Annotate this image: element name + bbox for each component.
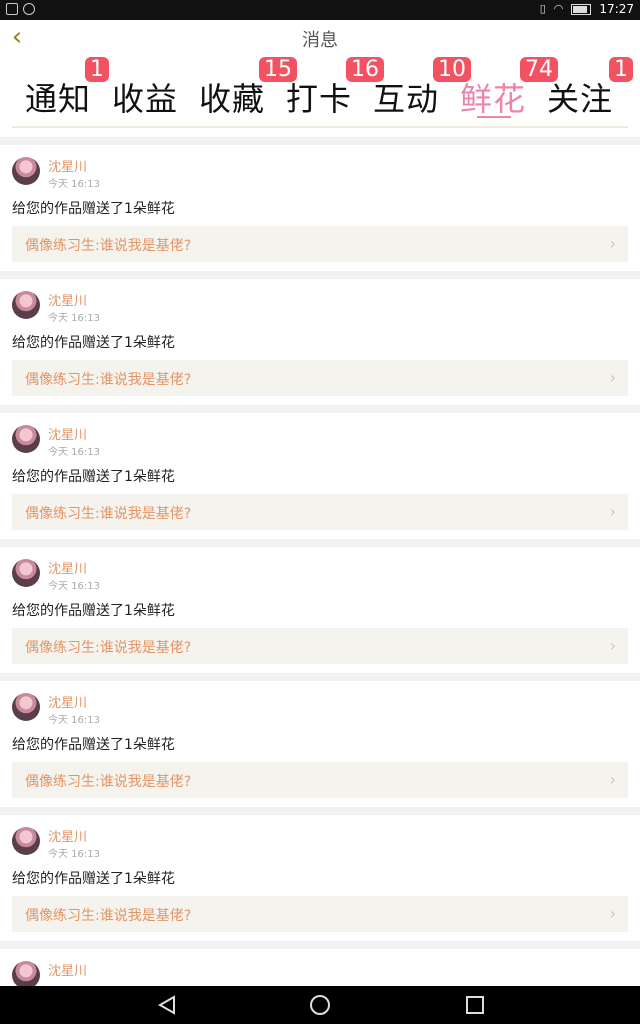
user-name[interactable]: 沈星川 (48, 826, 87, 845)
chevron-right-icon: › (609, 234, 616, 253)
user-name[interactable]: 沈星川 (48, 290, 87, 309)
list-item[interactable]: 沈星川 今天 16:13 给您的作品赠送了1朵鲜花 偶像练习生:谁说我是基佬? … (0, 681, 640, 807)
chevron-right-icon: › (609, 904, 616, 923)
work-title: 偶像练习生:谁说我是基佬? (25, 640, 192, 656)
circle-home-icon (310, 995, 330, 1015)
message-text: 给您的作品赠送了1朵鲜花 (12, 201, 175, 217)
status-bar: ▯ ◠ 17:27 (0, 0, 640, 20)
header: ‹ 消息 (0, 20, 640, 56)
list-item[interactable]: 沈星川 今天 16:13 给您的作品赠送了1朵鲜花 偶像练习生:谁说我是基佬? … (0, 815, 640, 941)
work-link[interactable]: 偶像练习生:谁说我是基佬? › (12, 628, 628, 664)
tab-label: 收藏 (199, 80, 266, 118)
user-name[interactable]: 沈星川 (48, 692, 87, 711)
gallery-icon (6, 3, 18, 15)
message-text: 给您的作品赠送了1朵鲜花 (12, 871, 175, 887)
work-link[interactable]: 偶像练习生:谁说我是基佬? › (12, 896, 628, 932)
work-title: 偶像练习生:谁说我是基佬? (25, 238, 192, 254)
triangle-back-icon (157, 995, 175, 1015)
list-item[interactable]: 沈星川 今天 16:13 给您的作品赠送了1朵鲜花 偶像练习生:谁说我是基佬? … (0, 145, 640, 271)
avatar[interactable] (12, 559, 40, 587)
message-text: 给您的作品赠送了1朵鲜花 (12, 603, 175, 619)
avatar[interactable] (12, 291, 40, 319)
user-name[interactable]: 沈星川 (48, 424, 87, 443)
avatar[interactable] (12, 157, 40, 185)
status-time: 17:27 (599, 2, 634, 16)
avatar[interactable] (12, 693, 40, 721)
work-title: 偶像练习生:谁说我是基佬? (25, 506, 192, 522)
work-title: 偶像练习生:谁说我是基佬? (25, 372, 192, 388)
timestamp: 今天 16:13 (48, 313, 100, 324)
chevron-right-icon: › (609, 770, 616, 789)
page-title: 消息 (302, 30, 338, 51)
nav-home-button[interactable] (309, 994, 331, 1016)
list-item[interactable]: 沈星川 今天 16:13 给您的作品赠送了1朵鲜花 偶像练习生:谁说我是基佬? … (0, 279, 640, 405)
list-item[interactable]: 沈星川 今天 16:13 给您的作品赠送了1朵鲜花 偶像练习生:谁说我是基佬? … (0, 413, 640, 539)
navigation-bar (0, 986, 640, 1024)
tab-label: 打卡 (286, 80, 353, 118)
divider (0, 539, 640, 547)
work-link[interactable]: 偶像练习生:谁说我是基佬? › (12, 360, 628, 396)
chevron-right-icon: › (609, 502, 616, 521)
avatar[interactable] (12, 827, 40, 855)
chevron-right-icon: › (609, 368, 616, 387)
work-link[interactable]: 偶像练习生:谁说我是基佬? › (12, 494, 628, 530)
list-item[interactable]: 沈星川 今天 16:13 给您的作品赠送了1朵鲜花 偶像练习生:谁说我是基佬? … (0, 547, 640, 673)
divider (0, 673, 640, 681)
divider (0, 405, 640, 413)
chevron-right-icon: › (609, 636, 616, 655)
divider (0, 941, 640, 949)
work-link[interactable]: 偶像练习生:谁说我是基佬? › (12, 226, 628, 262)
badge: 1 (609, 57, 633, 82)
badge: 1 (85, 57, 109, 82)
user-name[interactable]: 沈星川 (48, 558, 87, 577)
divider (12, 126, 628, 128)
tab-label: 互动 (373, 80, 440, 118)
vibrate-icon: ▯ (539, 2, 546, 15)
avatar[interactable] (12, 961, 40, 986)
timestamp: 今天 16:13 (48, 179, 100, 190)
battery-icon (571, 3, 592, 15)
work-title: 偶像练习生:谁说我是基佬? (25, 908, 192, 924)
tab-label: 关注 (547, 80, 614, 118)
nav-recent-button[interactable] (464, 994, 486, 1016)
timestamp: 今天 16:13 (48, 715, 100, 726)
tab-bar: 通知 1 收益 收藏 15 打卡 16 互动 10 鲜花 74 关注 1 (0, 56, 640, 124)
timestamp: 今天 16:13 (48, 447, 100, 458)
tab-label: 通知 (25, 80, 92, 118)
user-name[interactable]: 沈星川 (48, 960, 87, 979)
list-item[interactable]: 沈星川 (0, 949, 640, 986)
wifi-icon: ◠ (553, 2, 564, 15)
message-text: 给您的作品赠送了1朵鲜花 (12, 335, 175, 351)
timestamp: 今天 16:13 (48, 849, 100, 860)
user-name[interactable]: 沈星川 (48, 156, 87, 175)
work-title: 偶像练习生:谁说我是基佬? (25, 774, 192, 790)
tab-label: 鲜花 (460, 80, 527, 118)
divider (0, 271, 640, 279)
nav-back-button[interactable] (156, 994, 178, 1016)
tab-label: 收益 (112, 80, 179, 118)
work-link[interactable]: 偶像练习生:谁说我是基佬? › (12, 762, 628, 798)
divider (0, 137, 640, 145)
avatar[interactable] (12, 425, 40, 453)
message-text: 给您的作品赠送了1朵鲜花 (12, 469, 175, 485)
square-recent-icon (466, 996, 484, 1014)
message-text: 给您的作品赠送了1朵鲜花 (12, 737, 175, 753)
active-tab-indicator (477, 116, 511, 118)
timestamp: 今天 16:13 (48, 581, 100, 592)
divider (0, 807, 640, 815)
sync-icon (23, 3, 35, 15)
